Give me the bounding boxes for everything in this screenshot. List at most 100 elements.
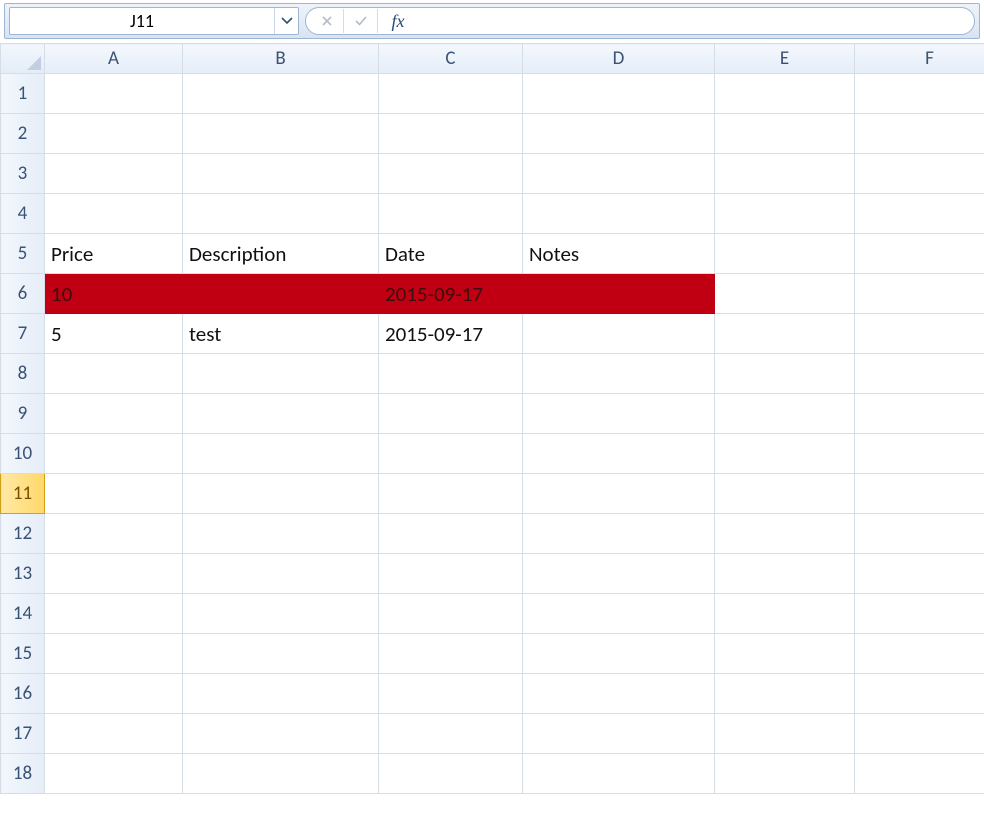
- cell-E6[interactable]: [715, 274, 855, 314]
- cell-C10[interactable]: [379, 434, 523, 474]
- cancel-formula-button[interactable]: [310, 9, 344, 33]
- cell-D12[interactable]: [523, 514, 715, 554]
- cell-E7[interactable]: [715, 314, 855, 354]
- cell-D14[interactable]: [523, 594, 715, 634]
- cell-F12[interactable]: [855, 514, 984, 554]
- cell-D7[interactable]: [523, 314, 715, 354]
- cell-D6[interactable]: [523, 274, 715, 314]
- cell-D2[interactable]: [523, 114, 715, 154]
- cell-A9[interactable]: [45, 394, 183, 434]
- cell-B17[interactable]: [183, 714, 379, 754]
- cell-E10[interactable]: [715, 434, 855, 474]
- row-header-4[interactable]: 4: [1, 194, 45, 234]
- cell-B10[interactable]: [183, 434, 379, 474]
- cell-C5[interactable]: Date: [379, 234, 523, 274]
- row-header-7[interactable]: 7: [1, 314, 45, 354]
- cell-A5[interactable]: Price: [45, 234, 183, 274]
- col-header-A[interactable]: A: [45, 44, 183, 74]
- cell-C11[interactable]: [379, 474, 523, 514]
- cell-B11[interactable]: [183, 474, 379, 514]
- cell-C4[interactable]: [379, 194, 523, 234]
- cell-D15[interactable]: [523, 634, 715, 674]
- cell-D9[interactable]: [523, 394, 715, 434]
- cell-B2[interactable]: [183, 114, 379, 154]
- col-header-F[interactable]: F: [855, 44, 984, 74]
- spreadsheet-grid[interactable]: A B C D E F 12345PriceDescriptionDateNot…: [0, 43, 984, 794]
- cell-F9[interactable]: [855, 394, 984, 434]
- cell-C17[interactable]: [379, 714, 523, 754]
- cell-F13[interactable]: [855, 554, 984, 594]
- cell-D13[interactable]: [523, 554, 715, 594]
- cell-B4[interactable]: [183, 194, 379, 234]
- cell-B12[interactable]: [183, 514, 379, 554]
- cell-F10[interactable]: [855, 434, 984, 474]
- cell-A11[interactable]: [45, 474, 183, 514]
- cell-B18[interactable]: [183, 754, 379, 794]
- cell-C1[interactable]: [379, 74, 523, 114]
- cell-E17[interactable]: [715, 714, 855, 754]
- cell-E1[interactable]: [715, 74, 855, 114]
- cell-D1[interactable]: [523, 74, 715, 114]
- cell-D3[interactable]: [523, 154, 715, 194]
- col-header-D[interactable]: D: [523, 44, 715, 74]
- cell-E14[interactable]: [715, 594, 855, 634]
- cell-A10[interactable]: [45, 434, 183, 474]
- cell-B15[interactable]: [183, 634, 379, 674]
- cell-D17[interactable]: [523, 714, 715, 754]
- row-header-2[interactable]: 2: [1, 114, 45, 154]
- row-header-15[interactable]: 15: [1, 634, 45, 674]
- col-header-E[interactable]: E: [715, 44, 855, 74]
- cell-F7[interactable]: [855, 314, 984, 354]
- cell-F17[interactable]: [855, 714, 984, 754]
- row-header-1[interactable]: 1: [1, 74, 45, 114]
- cell-E5[interactable]: [715, 234, 855, 274]
- cell-C9[interactable]: [379, 394, 523, 434]
- row-header-8[interactable]: 8: [1, 354, 45, 394]
- cell-B1[interactable]: [183, 74, 379, 114]
- row-header-14[interactable]: 14: [1, 594, 45, 634]
- cell-A1[interactable]: [45, 74, 183, 114]
- cell-A3[interactable]: [45, 154, 183, 194]
- cell-D18[interactable]: [523, 754, 715, 794]
- formula-input[interactable]: [418, 8, 970, 34]
- cell-C18[interactable]: [379, 754, 523, 794]
- cell-C13[interactable]: [379, 554, 523, 594]
- cell-A15[interactable]: [45, 634, 183, 674]
- cell-D10[interactable]: [523, 434, 715, 474]
- cell-B8[interactable]: [183, 354, 379, 394]
- accept-formula-button[interactable]: [344, 9, 378, 33]
- select-all-corner[interactable]: [1, 44, 45, 74]
- cell-C14[interactable]: [379, 594, 523, 634]
- cell-E15[interactable]: [715, 634, 855, 674]
- cell-F2[interactable]: [855, 114, 984, 154]
- cell-B16[interactable]: [183, 674, 379, 714]
- cell-A8[interactable]: [45, 354, 183, 394]
- cell-E9[interactable]: [715, 394, 855, 434]
- cell-A17[interactable]: [45, 714, 183, 754]
- cell-C7[interactable]: 2015-09-17: [379, 314, 523, 354]
- cell-D8[interactable]: [523, 354, 715, 394]
- cell-F3[interactable]: [855, 154, 984, 194]
- row-header-11[interactable]: 11: [1, 474, 45, 514]
- cell-E3[interactable]: [715, 154, 855, 194]
- cell-F15[interactable]: [855, 634, 984, 674]
- row-header-9[interactable]: 9: [1, 394, 45, 434]
- cell-F1[interactable]: [855, 74, 984, 114]
- cell-A4[interactable]: [45, 194, 183, 234]
- cell-E8[interactable]: [715, 354, 855, 394]
- cell-A13[interactable]: [45, 554, 183, 594]
- name-box-input[interactable]: [10, 8, 274, 34]
- cell-A7[interactable]: 5: [45, 314, 183, 354]
- cell-E4[interactable]: [715, 194, 855, 234]
- cell-C2[interactable]: [379, 114, 523, 154]
- cell-A2[interactable]: [45, 114, 183, 154]
- cell-E18[interactable]: [715, 754, 855, 794]
- cell-A16[interactable]: [45, 674, 183, 714]
- cell-C16[interactable]: [379, 674, 523, 714]
- row-header-5[interactable]: 5: [1, 234, 45, 274]
- cell-C6[interactable]: 2015-09-17: [379, 274, 523, 314]
- cell-B7[interactable]: test: [183, 314, 379, 354]
- row-header-18[interactable]: 18: [1, 754, 45, 794]
- cell-A6[interactable]: 10: [45, 274, 183, 314]
- row-header-16[interactable]: 16: [1, 674, 45, 714]
